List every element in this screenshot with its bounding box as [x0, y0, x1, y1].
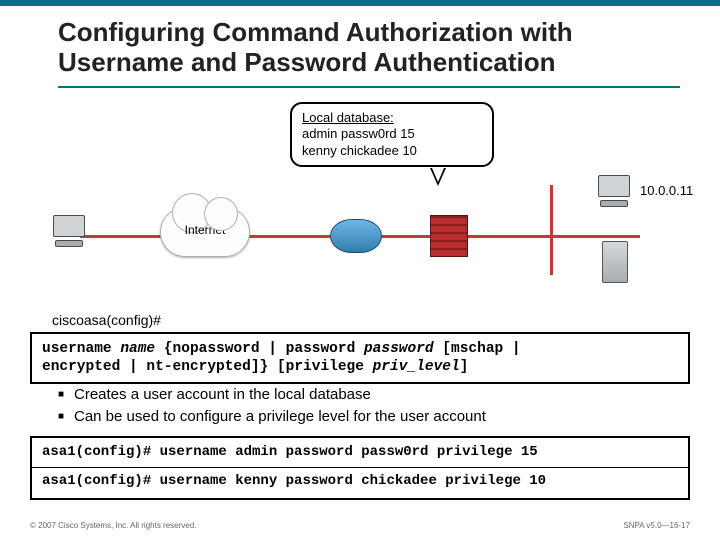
example-command-1: asa1(config)# username admin password pa…	[42, 442, 678, 464]
local-db-row-2: kenny chickadee 10	[302, 143, 482, 159]
internet-cloud-icon: Internet	[160, 207, 250, 257]
top-accent-bar	[0, 0, 720, 6]
syntax-text: username	[42, 341, 120, 357]
slide-title: Configuring Command Authorization with U…	[58, 18, 680, 78]
local-db-heading: Local database:	[302, 110, 482, 126]
syntax-password-arg: password	[364, 341, 434, 357]
copyright-footer: © 2007 Cisco Systems, Inc. All rights re…	[30, 521, 196, 530]
firewall-icon	[430, 215, 468, 257]
router-icon	[330, 219, 382, 253]
bullet-item: Can be used to configure a privilege lev…	[58, 406, 680, 428]
syntax-privlevel-arg: priv_level	[373, 359, 460, 375]
syntax-text: ]	[460, 359, 469, 375]
syntax-text: encrypted | nt-encrypted]} [privilege	[42, 359, 373, 375]
syntax-text: [mschap |	[434, 341, 521, 357]
workstation-icon	[50, 215, 88, 249]
host-ip-label: 10.0.0.11	[640, 183, 693, 198]
bullet-item: Creates a user account in the local data…	[58, 384, 680, 406]
divider	[32, 467, 688, 468]
title-underline	[58, 86, 680, 88]
lan-segment-wire	[550, 185, 553, 275]
local-database-callout: Local database: admin passw0rd 15 kenny …	[290, 102, 494, 167]
example-commands-box: asa1(config)# username admin password pa…	[30, 436, 690, 500]
cli-prompt: ciscoasa(config)#	[52, 312, 161, 328]
slide-number-footer: SNPA v5.0—16-17	[623, 521, 690, 530]
syntax-name-arg: name	[120, 341, 155, 357]
local-db-row-1: admin passw0rd 15	[302, 126, 482, 142]
server-icon	[602, 241, 628, 283]
network-diagram: Internet 10.0.0.11	[50, 175, 680, 295]
host-pc-icon	[595, 175, 633, 209]
internet-label: Internet	[160, 223, 250, 237]
command-syntax-box: username name {nopassword | password pas…	[30, 332, 690, 384]
example-command-2: asa1(config)# username kenny password ch…	[42, 471, 678, 493]
description-bullets: Creates a user account in the local data…	[58, 384, 680, 428]
syntax-text: {nopassword | password	[155, 341, 364, 357]
